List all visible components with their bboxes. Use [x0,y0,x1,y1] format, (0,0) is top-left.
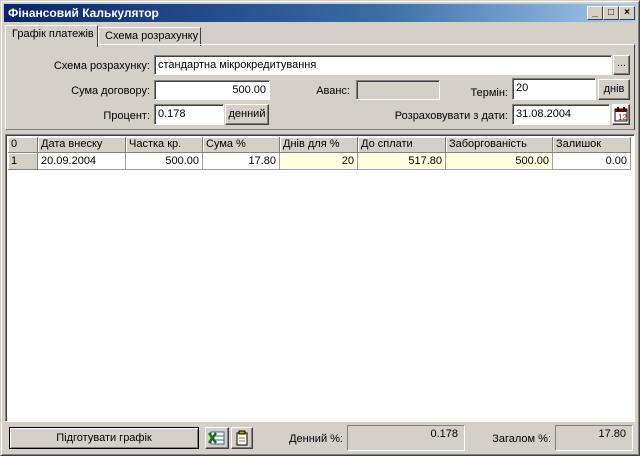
tab-payment-schedule[interactable]: Графік платежів [5,25,98,47]
close-button[interactable]: × [619,6,635,20]
minimize-button[interactable]: _ [587,6,603,20]
interest-sum-cell: 17.80 [203,153,280,170]
tab-label: Графік платежів [12,28,94,40]
scheme-field[interactable]: стандартна мікрокредитування [154,55,612,75]
column-header[interactable]: До сплати [358,137,446,153]
advance-label: Аванс: [316,85,350,97]
maximize-button[interactable]: □ [603,6,619,20]
daily-percent-value: 0.178 [347,425,465,451]
column-header[interactable]: Днів для % [280,137,358,153]
row-index-cell: 1 [8,153,38,170]
title-bar: Фінансовий Калькулятор _ □ × [4,4,636,22]
balance-cell: 0.00 [553,153,631,170]
payments-grid: 0 Дата внеску Частка кр. Сума % Днів для… [5,134,635,422]
calendar-button[interactable]: 12 [612,104,630,125]
contract-sum-field[interactable]: 500.00 [154,80,270,100]
calc-from-date-field[interactable]: 31.08.2004 [512,104,610,125]
term-field[interactable]: 20 [512,78,596,100]
contract-sum-label: Сума договору: [71,85,150,97]
column-header[interactable]: Дата внеску [38,137,126,153]
column-header[interactable]: Частка кр. [126,137,203,153]
principal-cell: 500.00 [126,153,203,170]
scheme-label: Схема розрахунку: [53,60,150,72]
window-title: Фінансовий Калькулятор [8,6,159,20]
to-pay-cell: 517.80 [358,153,446,170]
interest-days-cell: 20 [280,153,358,170]
column-header[interactable]: Залишок [553,137,631,153]
total-percent-value: 17.80 [555,425,633,451]
term-unit-button[interactable]: днів [598,79,630,100]
percent-field[interactable]: 0.178 [154,104,224,125]
advance-field[interactable] [356,80,440,100]
scheme-browse-button[interactable]: ... [613,55,630,75]
notes-button[interactable] [231,427,253,449]
app-window: Фінансовий Калькулятор _ □ × Графік плат… [0,0,640,456]
calc-from-label: Розраховувати з дати: [394,110,508,122]
term-label: Термін: [470,87,508,99]
excel-icon [207,431,225,445]
column-header[interactable]: 0 [8,137,38,153]
export-excel-button[interactable] [205,427,229,449]
svg-text:12: 12 [618,113,627,122]
daily-percent-label: Денний %: [289,433,343,445]
calendar-icon: 12 [614,107,628,122]
payment-date-cell: 20.09.2004 [38,153,126,170]
notepad-icon [236,430,248,446]
debt-cell: 500.00 [446,153,553,170]
settings-panel: Схема розрахунку: стандартна мікрокредит… [5,44,635,130]
column-header[interactable]: Сума % [203,137,280,153]
percent-unit-button[interactable]: денний [225,104,269,125]
total-percent-label: Загалом %: [492,433,551,445]
prepare-schedule-button[interactable]: Підготувати графік [9,427,199,449]
tab-label: Схема розрахунку [105,30,199,42]
column-header[interactable]: Заборгованість [446,137,553,153]
percent-label: Процент: [103,110,150,122]
